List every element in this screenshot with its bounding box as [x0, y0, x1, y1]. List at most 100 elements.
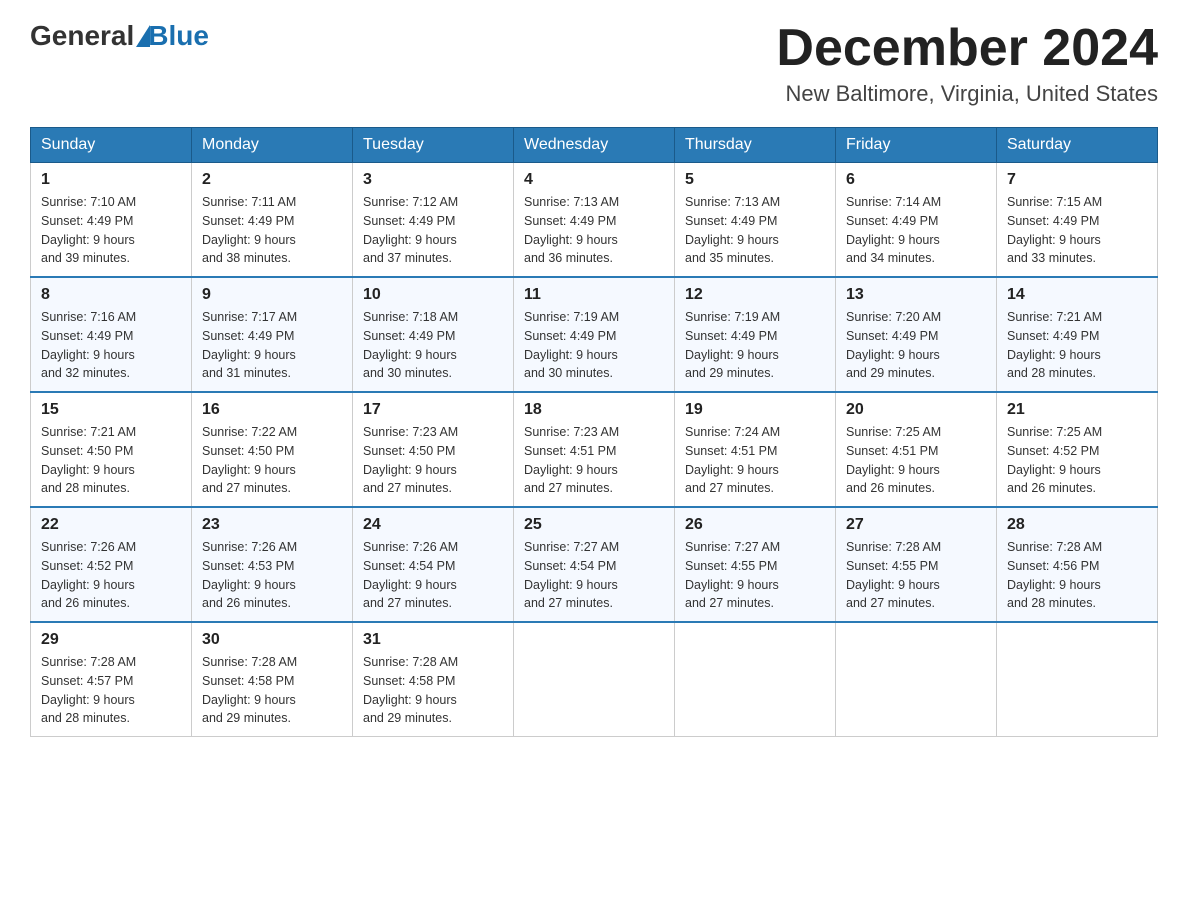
- day-info: Sunrise: 7:28 AMSunset: 4:55 PMDaylight:…: [846, 538, 986, 613]
- day-number: 13: [846, 286, 986, 304]
- table-row: [836, 622, 997, 737]
- day-info: Sunrise: 7:11 AMSunset: 4:49 PMDaylight:…: [202, 193, 342, 268]
- day-number: 7: [1007, 171, 1147, 189]
- day-info: Sunrise: 7:28 AMSunset: 4:58 PMDaylight:…: [202, 653, 342, 728]
- table-row: 24 Sunrise: 7:26 AMSunset: 4:54 PMDayligh…: [353, 507, 514, 622]
- table-row: 27 Sunrise: 7:28 AMSunset: 4:55 PMDayligh…: [836, 507, 997, 622]
- table-row: 14Sunrise: 7:21 AMSunset: 4:49 PMDayligh…: [997, 277, 1158, 392]
- logo-text: General Blue: [30, 20, 209, 52]
- day-number: 23: [202, 516, 342, 534]
- day-number: 26: [685, 516, 825, 534]
- table-row: 18 Sunrise: 7:23 AMSunset: 4:51 PMDayligh…: [514, 392, 675, 507]
- table-row: 7Sunrise: 7:15 AMSunset: 4:49 PMDaylight…: [997, 163, 1158, 278]
- day-info: Sunrise: 7:13 AMSunset: 4:49 PMDaylight:…: [685, 193, 825, 268]
- day-number: 11: [524, 286, 664, 304]
- day-number: 3: [363, 171, 503, 189]
- day-info: Sunrise: 7:28 AMSunset: 4:58 PMDaylight:…: [363, 653, 503, 728]
- day-info: Sunrise: 7:16 AMSunset: 4:49 PMDaylight:…: [41, 308, 181, 383]
- day-number: 18: [524, 401, 664, 419]
- col-thursday: Thursday: [675, 128, 836, 163]
- day-info: Sunrise: 7:10 AMSunset: 4:49 PMDaylight:…: [41, 193, 181, 268]
- table-row: 1 Sunrise: 7:10 AMSunset: 4:49 PMDaylight…: [31, 163, 192, 278]
- calendar-week-5: 29 Sunrise: 7:28 AMSunset: 4:57 PMDayligh…: [31, 622, 1158, 737]
- day-number: 2: [202, 171, 342, 189]
- page-header: General Blue December 2024 New Baltimore…: [30, 20, 1158, 107]
- table-row: 3Sunrise: 7:12 AMSunset: 4:49 PMDaylight…: [353, 163, 514, 278]
- calendar-week-2: 8 Sunrise: 7:16 AMSunset: 4:49 PMDaylight…: [31, 277, 1158, 392]
- month-title: December 2024: [776, 20, 1158, 77]
- day-info: Sunrise: 7:20 AMSunset: 4:49 PMDaylight:…: [846, 308, 986, 383]
- table-row: 31 Sunrise: 7:28 AMSunset: 4:58 PMDayligh…: [353, 622, 514, 737]
- day-number: 22: [41, 516, 181, 534]
- table-row: 16 Sunrise: 7:22 AMSunset: 4:50 PMDayligh…: [192, 392, 353, 507]
- day-number: 29: [41, 631, 181, 649]
- calendar-week-4: 22 Sunrise: 7:26 AMSunset: 4:52 PMDayligh…: [31, 507, 1158, 622]
- day-info: Sunrise: 7:27 AMSunset: 4:54 PMDaylight:…: [524, 538, 664, 613]
- day-number: 12: [685, 286, 825, 304]
- table-row: 8 Sunrise: 7:16 AMSunset: 4:49 PMDaylight…: [31, 277, 192, 392]
- table-row: 22 Sunrise: 7:26 AMSunset: 4:52 PMDayligh…: [31, 507, 192, 622]
- title-area: December 2024 New Baltimore, Virginia, U…: [776, 20, 1158, 107]
- logo-general: General: [30, 20, 134, 52]
- day-number: 21: [1007, 401, 1147, 419]
- day-info: Sunrise: 7:25 AMSunset: 4:52 PMDaylight:…: [1007, 423, 1147, 498]
- day-info: Sunrise: 7:26 AMSunset: 4:54 PMDaylight:…: [363, 538, 503, 613]
- day-info: Sunrise: 7:19 AMSunset: 4:49 PMDaylight:…: [524, 308, 664, 383]
- day-number: 5: [685, 171, 825, 189]
- table-row: 20 Sunrise: 7:25 AMSunset: 4:51 PMDayligh…: [836, 392, 997, 507]
- table-row: 17Sunrise: 7:23 AMSunset: 4:50 PMDayligh…: [353, 392, 514, 507]
- day-info: Sunrise: 7:28 AMSunset: 4:57 PMDaylight:…: [41, 653, 181, 728]
- table-row: 19 Sunrise: 7:24 AMSunset: 4:51 PMDayligh…: [675, 392, 836, 507]
- table-row: [514, 622, 675, 737]
- day-info: Sunrise: 7:28 AMSunset: 4:56 PMDaylight:…: [1007, 538, 1147, 613]
- col-tuesday: Tuesday: [353, 128, 514, 163]
- calendar-week-3: 15Sunrise: 7:21 AMSunset: 4:50 PMDayligh…: [31, 392, 1158, 507]
- day-number: 24: [363, 516, 503, 534]
- day-info: Sunrise: 7:21 AMSunset: 4:49 PMDaylight:…: [1007, 308, 1147, 383]
- day-info: Sunrise: 7:25 AMSunset: 4:51 PMDaylight:…: [846, 423, 986, 498]
- location-title: New Baltimore, Virginia, United States: [776, 81, 1158, 107]
- day-info: Sunrise: 7:27 AMSunset: 4:55 PMDaylight:…: [685, 538, 825, 613]
- day-number: 1: [41, 171, 181, 189]
- day-number: 20: [846, 401, 986, 419]
- day-number: 6: [846, 171, 986, 189]
- col-saturday: Saturday: [997, 128, 1158, 163]
- table-row: 29 Sunrise: 7:28 AMSunset: 4:57 PMDayligh…: [31, 622, 192, 737]
- day-number: 28: [1007, 516, 1147, 534]
- day-number: 16: [202, 401, 342, 419]
- table-row: 23 Sunrise: 7:26 AMSunset: 4:53 PMDayligh…: [192, 507, 353, 622]
- col-friday: Friday: [836, 128, 997, 163]
- day-number: 8: [41, 286, 181, 304]
- col-monday: Monday: [192, 128, 353, 163]
- table-row: 6 Sunrise: 7:14 AMSunset: 4:49 PMDaylight…: [836, 163, 997, 278]
- day-number: 19: [685, 401, 825, 419]
- day-info: Sunrise: 7:22 AMSunset: 4:50 PMDaylight:…: [202, 423, 342, 498]
- table-row: 12 Sunrise: 7:19 AMSunset: 4:49 PMDayligh…: [675, 277, 836, 392]
- day-number: 31: [363, 631, 503, 649]
- day-info: Sunrise: 7:19 AMSunset: 4:49 PMDaylight:…: [685, 308, 825, 383]
- col-sunday: Sunday: [31, 128, 192, 163]
- day-number: 27: [846, 516, 986, 534]
- table-row: 9Sunrise: 7:17 AMSunset: 4:49 PMDaylight…: [192, 277, 353, 392]
- col-wednesday: Wednesday: [514, 128, 675, 163]
- day-info: Sunrise: 7:26 AMSunset: 4:53 PMDaylight:…: [202, 538, 342, 613]
- table-row: 11 Sunrise: 7:19 AMSunset: 4:49 PMDayligh…: [514, 277, 675, 392]
- day-info: Sunrise: 7:26 AMSunset: 4:52 PMDaylight:…: [41, 538, 181, 613]
- day-info: Sunrise: 7:18 AMSunset: 4:49 PMDaylight:…: [363, 308, 503, 383]
- day-number: 30: [202, 631, 342, 649]
- day-number: 4: [524, 171, 664, 189]
- day-info: Sunrise: 7:23 AMSunset: 4:51 PMDaylight:…: [524, 423, 664, 498]
- calendar-week-1: 1 Sunrise: 7:10 AMSunset: 4:49 PMDaylight…: [31, 163, 1158, 278]
- table-row: 26 Sunrise: 7:27 AMSunset: 4:55 PMDayligh…: [675, 507, 836, 622]
- day-info: Sunrise: 7:17 AMSunset: 4:49 PMDaylight:…: [202, 308, 342, 383]
- day-info: Sunrise: 7:14 AMSunset: 4:49 PMDaylight:…: [846, 193, 986, 268]
- table-row: [997, 622, 1158, 737]
- table-row: 15Sunrise: 7:21 AMSunset: 4:50 PMDayligh…: [31, 392, 192, 507]
- day-info: Sunrise: 7:13 AMSunset: 4:49 PMDaylight:…: [524, 193, 664, 268]
- calendar-header-row: Sunday Monday Tuesday Wednesday Thursday…: [31, 128, 1158, 163]
- table-row: 25 Sunrise: 7:27 AMSunset: 4:54 PMDayligh…: [514, 507, 675, 622]
- day-number: 15: [41, 401, 181, 419]
- table-row: 21 Sunrise: 7:25 AMSunset: 4:52 PMDayligh…: [997, 392, 1158, 507]
- day-info: Sunrise: 7:24 AMSunset: 4:51 PMDaylight:…: [685, 423, 825, 498]
- day-number: 25: [524, 516, 664, 534]
